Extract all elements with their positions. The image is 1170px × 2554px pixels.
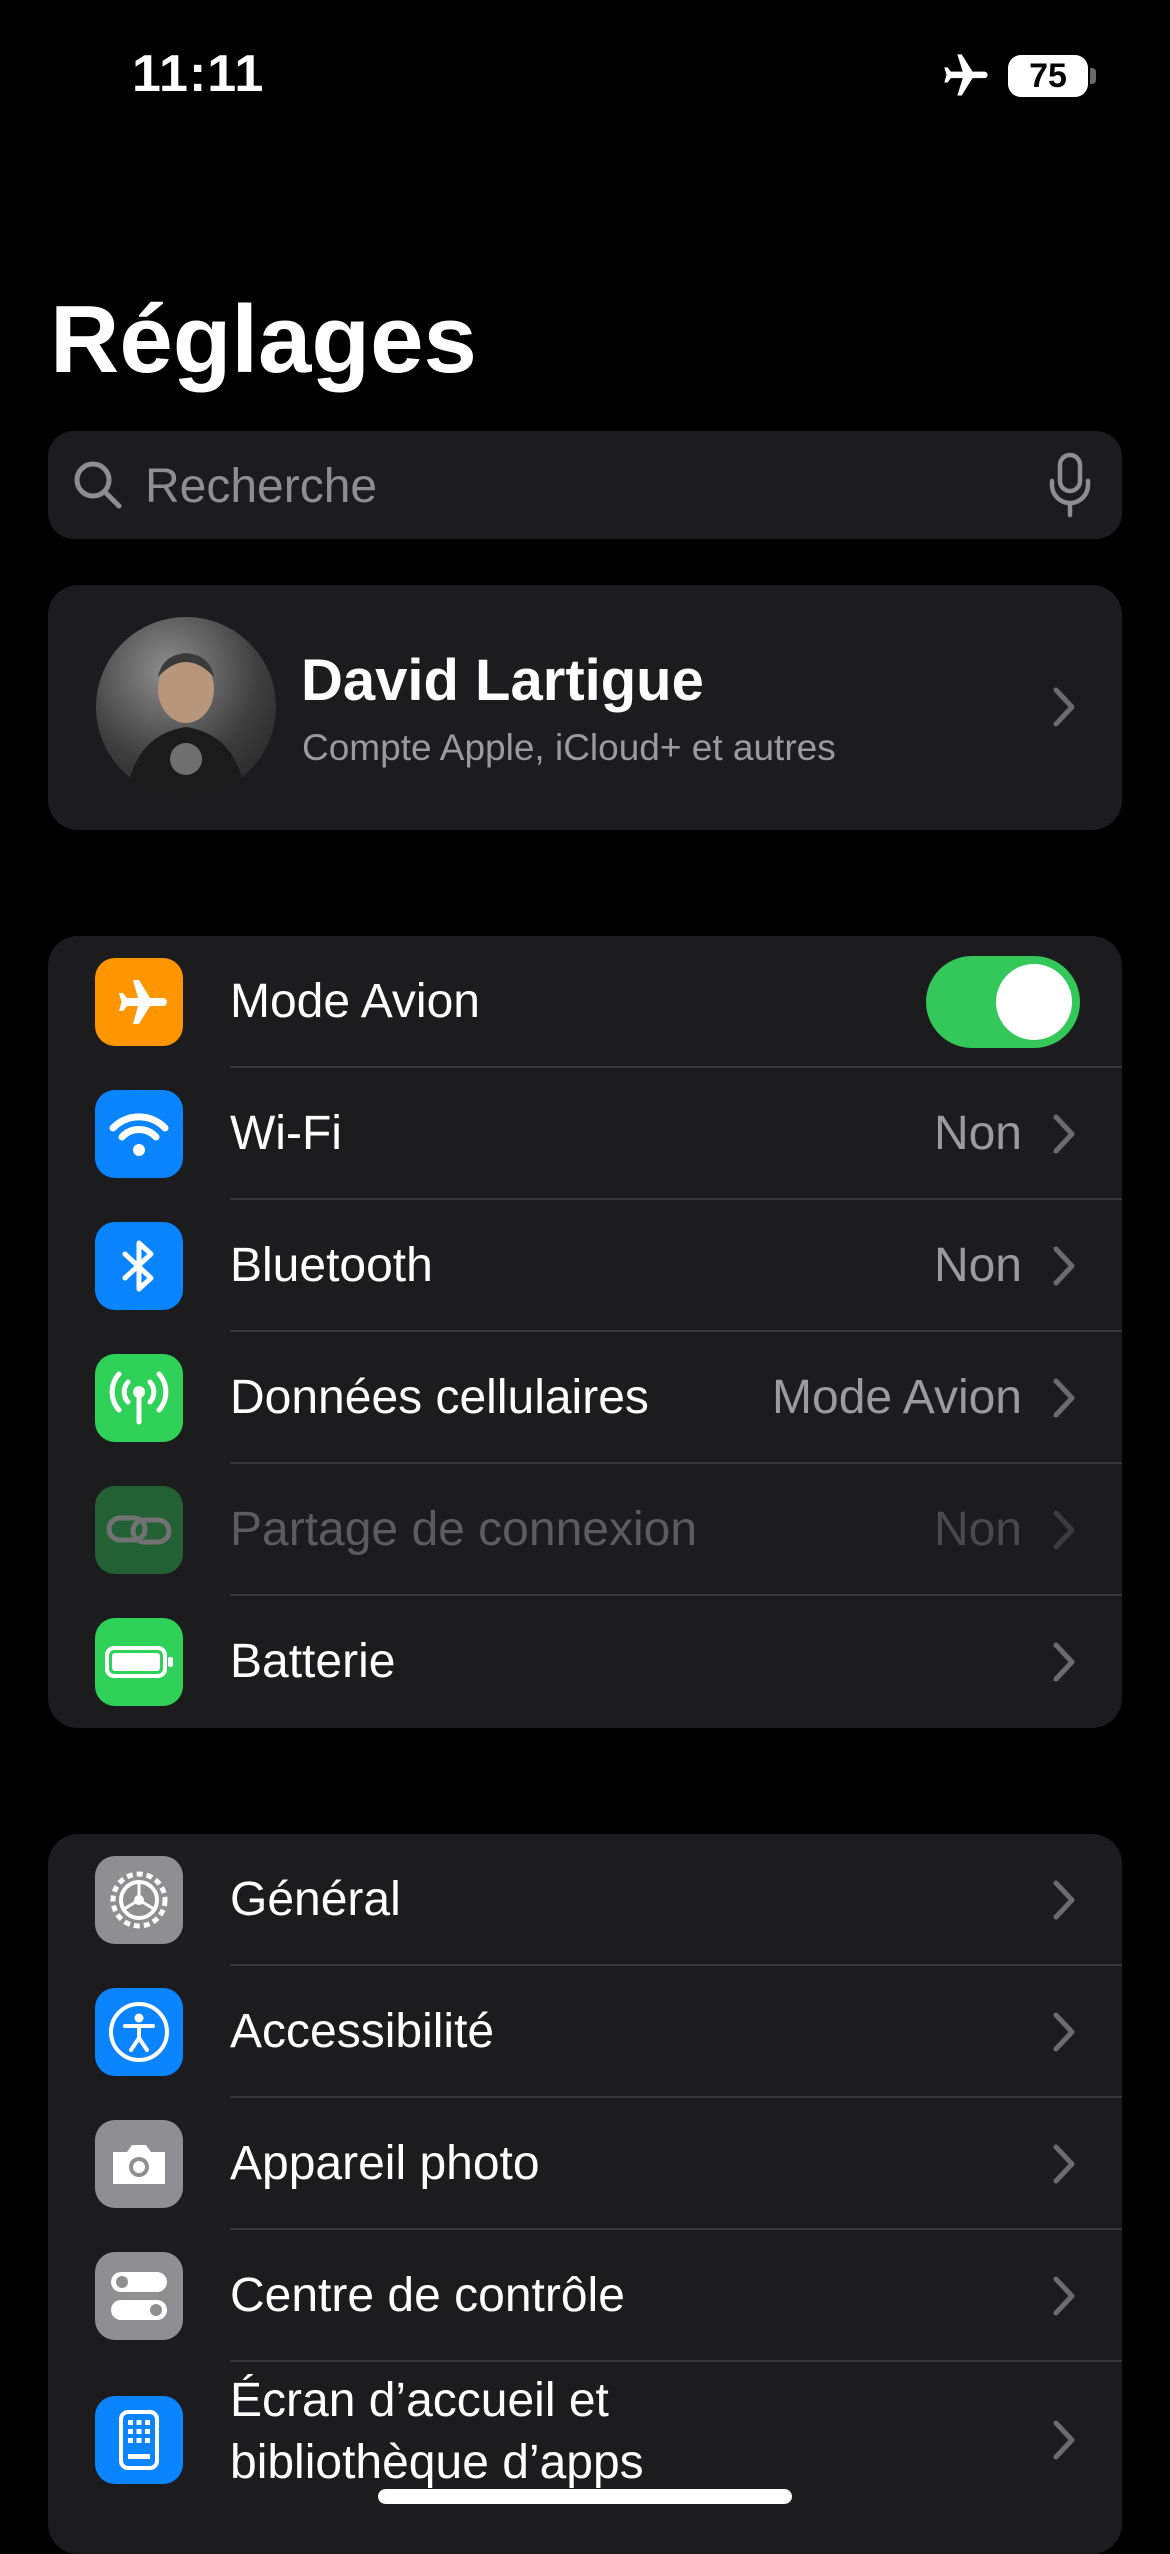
cellular-antenna-icon [95,1354,183,1442]
chevron-right-icon [1053,2276,1075,2316]
row-bluetooth[interactable]: Bluetooth Non [48,1200,1122,1332]
search-input[interactable] [143,431,1047,541]
row-general[interactable]: Général [48,1834,1122,1966]
battery-tip [1090,68,1096,84]
airplane-status-icon [944,54,988,96]
chevron-right-icon [1053,2144,1075,2184]
accessibility-icon [95,1988,183,2076]
row-value: Mode Avion [772,1371,1022,1424]
profile-name: David Lartigue [301,648,704,713]
camera-icon [95,2120,183,2208]
connectivity-group: Mode Avion Wi-Fi Non Bluetooth Non Donné… [48,936,1122,1728]
chevron-right-icon [1053,2420,1075,2460]
chevron-right-icon [1053,1880,1075,1920]
row-label: Accessibilité [230,2005,495,2058]
row-label: Mode Avion [230,975,480,1028]
row-label: Centre de contrôle [230,2269,625,2322]
chevron-right-icon [1053,1246,1075,1286]
battery-icon [95,1618,183,1706]
airplane-mode-toggle[interactable] [926,956,1080,1048]
status-time: 11:11 [132,45,265,103]
row-label: Général [230,1873,401,1926]
row-value: Non [933,1107,1022,1160]
row-value: Non [933,1503,1022,1556]
row-battery[interactable]: Batterie [48,1596,1122,1728]
toggles-icon [95,2252,183,2340]
row-camera[interactable]: Appareil photo [48,2098,1122,2230]
gear-icon [95,1856,183,1944]
microphone-icon[interactable] [1046,451,1094,519]
chevron-right-icon [1053,1510,1075,1550]
home-indicator[interactable] [378,2489,792,2504]
airplane-icon [95,958,183,1046]
chevron-right-icon [1053,687,1075,727]
row-personal-hotspot: Partage de connexion Non [48,1464,1122,1596]
avatar [96,617,276,797]
row-label: Wi-Fi [230,1107,342,1160]
link-icon [95,1486,183,1574]
bluetooth-icon [95,1222,183,1310]
chevron-right-icon [1053,1114,1075,1154]
row-label: Écran d’accueil et bibliothèque d’apps [230,2374,644,2489]
search-icon [74,461,122,509]
home-screen-icon [95,2396,183,2484]
row-cellular-data[interactable]: Données cellulaires Mode Avion [48,1332,1122,1464]
row-label: Partage de connexion [230,1503,698,1556]
battery-indicator: 75 [1008,55,1088,97]
row-label: Bluetooth [230,1239,433,1292]
row-label: Données cellulaires [230,1371,649,1424]
row-label: Appareil photo [230,2137,540,2190]
row-label: Batterie [230,1635,396,1688]
row-value: Non [933,1239,1022,1292]
toggle-knob [996,964,1072,1040]
general-group: Général Accessibilité Appareil photo Cen… [48,1834,1122,2554]
row-airplane-mode[interactable]: Mode Avion [48,936,1122,1068]
wifi-icon [95,1090,183,1178]
page-title: Réglages [50,286,477,393]
chevron-right-icon [1053,2012,1075,2052]
chevron-right-icon [1053,1378,1075,1418]
row-control-center[interactable]: Centre de contrôle [48,2230,1122,2362]
profile-card[interactable]: David Lartigue Compte Apple, iCloud+ et … [48,585,1122,830]
profile-subtitle: Compte Apple, iCloud+ et autres [302,727,836,768]
status-bar: 11:11 75 [0,0,1170,160]
row-accessibility[interactable]: Accessibilité [48,1966,1122,2098]
search-bar[interactable] [48,431,1122,541]
chevron-right-icon [1053,1642,1075,1682]
row-wifi[interactable]: Wi-Fi Non [48,1068,1122,1200]
